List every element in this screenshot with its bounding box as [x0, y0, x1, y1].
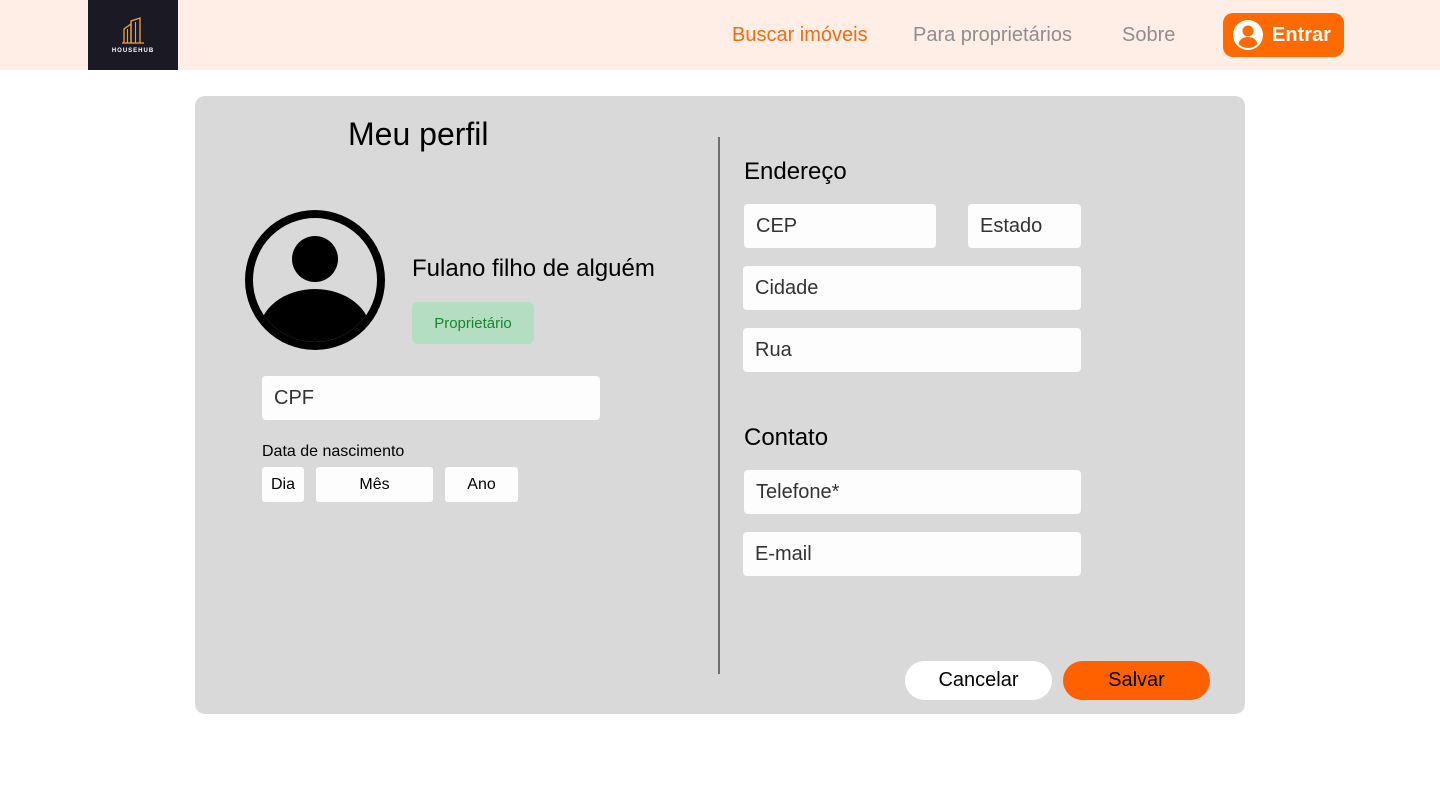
column-divider [718, 137, 720, 674]
birth-day-select[interactable]: Dia [262, 467, 304, 502]
logo-text: HOUSEHUB [111, 47, 155, 54]
email-field[interactable]: E-mail [743, 532, 1081, 576]
nav-sobre[interactable]: Sobre [1122, 0, 1175, 70]
birth-month-select[interactable]: Mês [316, 467, 433, 502]
househub-logo[interactable]: HOUSEHUB [88, 0, 178, 70]
nav-buscar-imoveis[interactable]: Buscar imóveis [732, 0, 868, 70]
cancel-button[interactable]: Cancelar [905, 661, 1052, 700]
estado-field[interactable]: Estado [968, 204, 1081, 248]
building-logo-icon [122, 16, 144, 44]
contact-section-title: Contato [744, 424, 829, 451]
birth-date-label: Data de nascimento [262, 443, 405, 460]
user-avatar-icon [245, 210, 385, 350]
role-badge: Proprietário [412, 302, 534, 344]
user-circle-icon [1233, 20, 1263, 50]
user-name: Fulano filho de alguém [412, 255, 655, 282]
page-title: Meu perfil [348, 116, 489, 152]
telefone-field[interactable]: Telefone* [744, 470, 1081, 514]
top-header: HOUSEHUB Buscar imóveis Para proprietári… [0, 0, 1440, 70]
rua-field[interactable]: Rua [743, 328, 1081, 372]
save-button[interactable]: Salvar [1063, 661, 1210, 700]
cep-field[interactable]: CEP [744, 204, 936, 248]
birth-year-select[interactable]: Ano [445, 467, 518, 502]
nav-para-proprietarios[interactable]: Para proprietários [913, 0, 1072, 70]
cpf-field[interactable]: CPF [262, 376, 600, 420]
address-section-title: Endereço [744, 158, 847, 185]
login-label: Entrar [1272, 23, 1331, 46]
cidade-field[interactable]: Cidade [743, 266, 1081, 310]
profile-card: Meu perfil Fulano filho de alguém Propri… [195, 96, 1245, 714]
login-button[interactable]: Entrar [1223, 13, 1344, 57]
